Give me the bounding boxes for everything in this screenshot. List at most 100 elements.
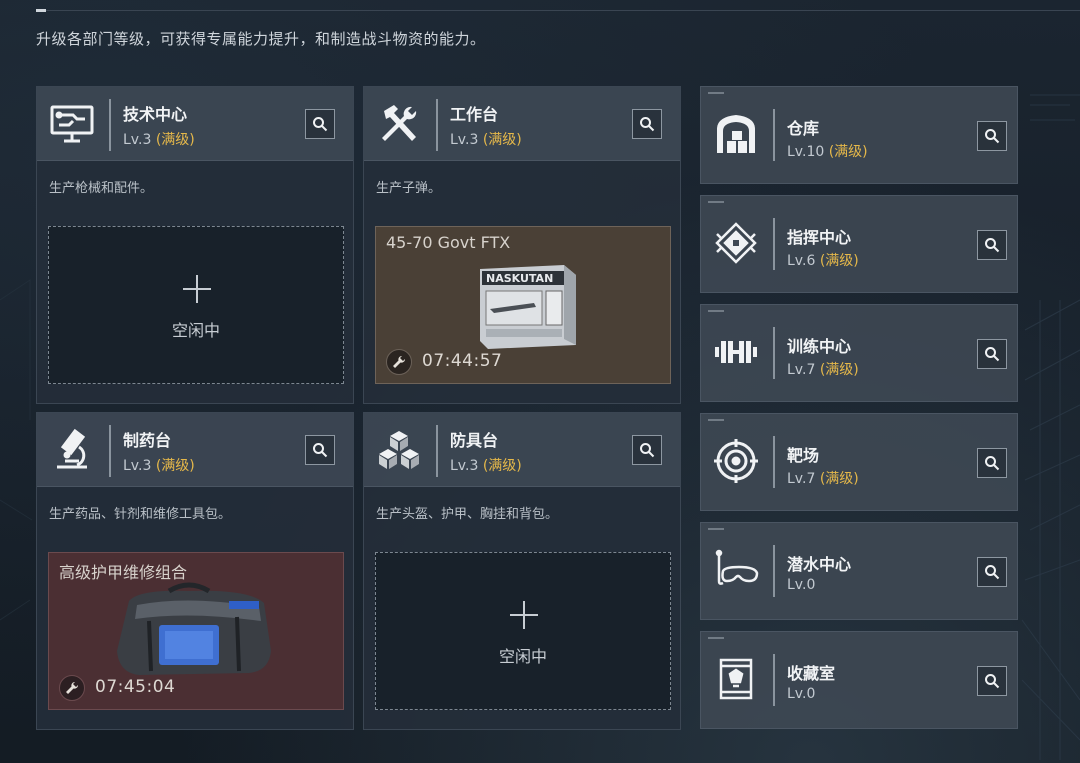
inspect-button[interactable]: [977, 448, 1007, 478]
craft-timer: 07:44:57: [422, 351, 503, 371]
target-icon: [713, 438, 759, 484]
level-value: Lv.0: [787, 686, 816, 702]
level-status: (满级): [828, 144, 868, 160]
level-value: Lv.3: [450, 132, 479, 148]
level-value: Lv.3: [123, 458, 152, 474]
ammo-box-brand-text: NASKUTAN: [486, 272, 553, 285]
display-case-icon: [713, 656, 759, 702]
dept-level: Lv.3 (满级): [450, 129, 522, 149]
search-icon: [985, 129, 1000, 144]
dept-level: Lv.7 (满级): [787, 359, 859, 379]
card-corner-mark: [708, 419, 724, 421]
card-corner-mark: [708, 201, 724, 203]
craft-slot-active[interactable]: 45-70 Govt FTX NASKUTAN 07:44:57: [375, 226, 671, 384]
header-separator: [436, 425, 438, 477]
wrench-timer-icon: [59, 675, 85, 701]
card-corner-mark: [708, 310, 724, 312]
dept-level: Lv.10 (满级): [787, 141, 868, 161]
craft-item-name: 45-70 Govt FTX: [386, 233, 511, 252]
dive-mask-icon: [713, 547, 759, 593]
dept-card-diving[interactable]: 潜水中心 Lv.0: [700, 522, 1018, 620]
dept-card-tech[interactable]: 技术中心 Lv.3 (满级) 生产枪械和配件。 空闲中: [36, 86, 354, 404]
dept-card-armor[interactable]: 防具台 Lv.3 (满级) 生产头盔、护甲、胸挂和背包。 空闲中: [363, 412, 681, 730]
inspect-button[interactable]: [977, 666, 1007, 696]
card-corner-mark: [708, 637, 724, 639]
dept-card-command[interactable]: 指挥中心 Lv.6 (满级): [700, 195, 1018, 293]
monitor-circuit-icon: [49, 101, 95, 147]
dept-name: 靶场: [787, 446, 820, 465]
search-icon: [985, 674, 1000, 689]
page-subtitle: 升级各部门等级，可获得专属能力提升，和制造战斗物资的能力。: [36, 30, 486, 48]
slot-idle-label: 空闲中: [171, 321, 220, 340]
command-emblem-icon: [713, 220, 759, 266]
header-separator: [773, 654, 775, 706]
header-divider: [36, 10, 1080, 11]
dept-level: Lv.3 (满级): [123, 455, 195, 475]
dept-card-pharmacy[interactable]: 制药台 Lv.3 (满级) 生产药品、针剂和维修工具包。 高级护甲维修组合 07…: [36, 412, 354, 730]
level-value: Lv.3: [450, 458, 479, 474]
dept-name: 防具台: [450, 431, 499, 450]
craft-timer: 07:45:04: [95, 677, 176, 697]
search-icon: [640, 443, 655, 458]
dept-level: Lv.6 (满级): [787, 250, 859, 270]
inspect-button[interactable]: [305, 435, 335, 465]
craft-item-name: 高级护甲维修组合: [59, 563, 188, 582]
search-icon: [640, 117, 655, 132]
wrench-timer-icon: [386, 349, 412, 375]
level-status: (满级): [482, 132, 522, 148]
level-value: Lv.10: [787, 144, 825, 160]
level-value: Lv.7: [787, 362, 816, 378]
warehouse-icon: [713, 111, 759, 157]
dept-name: 训练中心: [787, 337, 852, 356]
inspect-button[interactable]: [632, 435, 662, 465]
ammo-box-image: NASKUTAN: [480, 265, 576, 349]
card-header: 技术中心 Lv.3 (满级): [37, 87, 353, 161]
search-icon: [985, 456, 1000, 471]
dept-description: 生产枪械和配件。: [49, 181, 154, 196]
hammer-wrench-icon: [376, 101, 422, 147]
repair-kit-bag-image: [117, 582, 271, 675]
level-status: (满级): [155, 132, 195, 148]
header-separator: [773, 109, 775, 161]
plus-icon: [183, 275, 211, 303]
header-separator: [109, 99, 111, 151]
craft-slot-active[interactable]: 高级护甲维修组合 07:45:04: [48, 552, 344, 710]
dept-description: 生产头盔、护甲、胸挂和背包。: [376, 507, 559, 522]
header-separator: [773, 545, 775, 597]
dept-level: Lv.7 (满级): [787, 468, 859, 488]
dept-card-warehouse[interactable]: 仓库 Lv.10 (满级): [700, 86, 1018, 184]
inspect-button[interactable]: [632, 109, 662, 139]
inspect-button[interactable]: [977, 121, 1007, 151]
inspect-button[interactable]: [305, 109, 335, 139]
plus-icon: [510, 601, 538, 629]
dept-card-training[interactable]: 训练中心 Lv.7 (满级): [700, 304, 1018, 402]
level-status: (满级): [482, 458, 522, 474]
inspect-button[interactable]: [977, 339, 1007, 369]
search-icon: [985, 347, 1000, 362]
level-value: Lv.0: [787, 577, 816, 593]
header-separator: [773, 218, 775, 270]
dept-name: 技术中心: [123, 105, 188, 124]
search-icon: [985, 238, 1000, 253]
dept-name: 仓库: [787, 119, 820, 138]
inspect-button[interactable]: [977, 230, 1007, 260]
card-header: 防具台 Lv.3 (满级): [364, 413, 680, 487]
search-icon: [985, 565, 1000, 580]
inspect-button[interactable]: [977, 557, 1007, 587]
dept-name: 收藏室: [787, 664, 836, 683]
search-icon: [313, 443, 328, 458]
header-separator: [109, 425, 111, 477]
dept-level: Lv.0: [787, 686, 815, 702]
level-value: Lv.6: [787, 253, 816, 269]
cubes-icon: [376, 427, 422, 473]
dept-name: 工作台: [450, 105, 499, 124]
dept-level: Lv.0: [787, 577, 815, 593]
dept-card-workbench[interactable]: 工作台 Lv.3 (满级) 生产子弹。 45-70 Govt FTX NASKU…: [363, 86, 681, 404]
header-separator: [773, 327, 775, 379]
craft-slot-empty[interactable]: 空闲中: [48, 226, 344, 384]
card-header: 制药台 Lv.3 (满级): [37, 413, 353, 487]
dept-card-range[interactable]: 靶场 Lv.7 (满级): [700, 413, 1018, 511]
craft-slot-empty[interactable]: 空闲中: [375, 552, 671, 710]
dept-description: 生产药品、针剂和维修工具包。: [49, 507, 232, 522]
dept-card-collection[interactable]: 收藏室 Lv.0: [700, 631, 1018, 729]
